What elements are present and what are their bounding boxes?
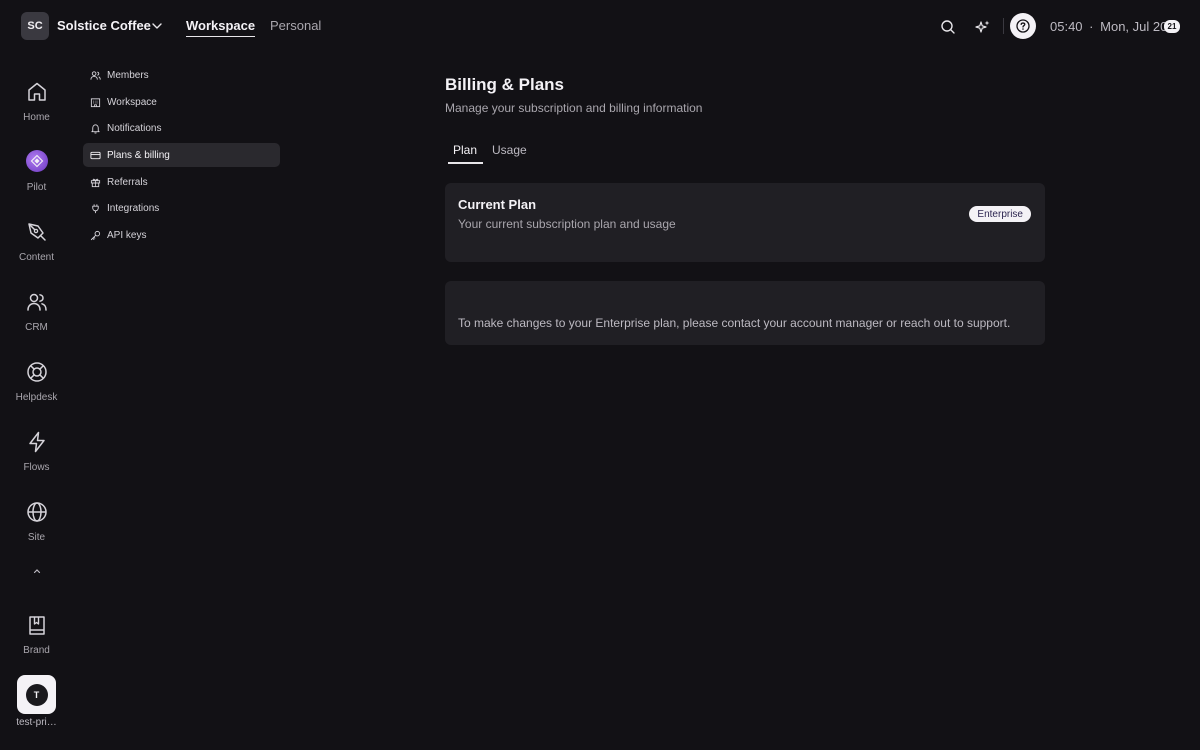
current-plan-card: Current Plan Your current subscription p… <box>445 183 1045 262</box>
rail-label: Helpdesk <box>15 392 58 403</box>
home-icon <box>27 82 46 101</box>
tab-plan[interactable]: Plan <box>453 143 477 157</box>
lifebuoy-icon <box>26 362 47 382</box>
rail-item-helpdesk[interactable]: Helpdesk <box>0 360 73 403</box>
rail-item-site[interactable]: Site <box>0 500 73 543</box>
building-icon <box>90 97 101 107</box>
settings-nav-members[interactable]: Members <box>83 63 280 87</box>
settings-nav-label: Integrations <box>107 202 160 214</box>
users-icon <box>26 293 47 311</box>
settings-nav-label: Plans & billing <box>107 149 170 161</box>
rail-item-home[interactable]: Home <box>0 80 73 123</box>
toolbar-divider <box>1003 18 1004 34</box>
clock: 05:40 · Mon, Jul 20 <box>1050 19 1167 34</box>
rail-label: Pilot <box>26 182 47 193</box>
page-title: Billing & Plans <box>445 75 565 94</box>
rail-label: Home <box>23 112 50 123</box>
clock-date: Mon, Jul 20 <box>1100 19 1168 34</box>
settings-nav-label: Referrals <box>107 176 148 188</box>
clock-separator: · <box>1089 19 1094 34</box>
user-avatar-button[interactable]: T <box>17 675 56 714</box>
tab-workspace[interactable]: Workspace <box>186 18 256 37</box>
help-button[interactable] <box>1010 13 1036 39</box>
chevron-down-icon[interactable] <box>150 19 164 33</box>
settings-nav-label: Notifications <box>107 122 162 134</box>
pen-icon <box>27 223 46 241</box>
top-bar: SC Solstice Coffee Workspace Personal 05… <box>0 0 1200 52</box>
tab-usage[interactable]: Usage <box>492 143 527 157</box>
rail-collapse-button[interactable] <box>0 566 73 576</box>
page-subtitle: Manage your subscription and billing inf… <box>445 101 703 115</box>
current-plan-subtitle: Your current subscription plan and usage <box>458 217 676 231</box>
clock-time: 05:40 <box>1050 19 1083 34</box>
search-icon[interactable] <box>938 17 958 37</box>
current-plan-title: Current Plan <box>458 197 537 212</box>
bell-icon <box>91 123 100 133</box>
workspace-avatar[interactable]: SC <box>21 12 49 40</box>
settings-nav-plans-billing[interactable]: Plans & billing <box>83 143 280 167</box>
settings-nav-label: Workspace <box>107 96 157 108</box>
enterprise-note: To make changes to your Enterprise plan,… <box>458 316 1011 330</box>
sparkles-icon[interactable] <box>973 17 993 37</box>
calendar-day-badge[interactable]: 21 <box>1164 20 1180 33</box>
rail-item-pilot[interactable]: Pilot <box>0 150 73 193</box>
user-name[interactable]: test-pri… <box>0 717 73 728</box>
settings-nav-label: Members <box>107 69 149 81</box>
credit-card-icon <box>90 151 101 159</box>
members-icon <box>90 70 101 80</box>
rail-label: Flows <box>23 462 50 473</box>
rail-label: CRM <box>25 322 48 333</box>
pilot-icon <box>25 150 48 172</box>
plug-icon <box>92 203 99 213</box>
lightning-icon <box>28 431 45 453</box>
rail-label: Site <box>27 532 46 543</box>
tab-personal[interactable]: Personal <box>270 18 321 33</box>
globe-icon <box>26 502 47 522</box>
chevron-up-icon <box>33 569 40 574</box>
settings-nav-workspace[interactable]: Workspace <box>83 90 280 114</box>
settings-nav-integrations[interactable]: Integrations <box>83 196 280 220</box>
workspace-name[interactable]: Solstice Coffee <box>57 18 151 33</box>
rail-item-brand[interactable]: Brand <box>0 613 73 656</box>
avatar: T <box>25 683 48 706</box>
rail-item-crm[interactable]: CRM <box>0 290 73 333</box>
plan-badge: Enterprise <box>969 206 1031 222</box>
gift-icon <box>90 178 101 187</box>
rail-item-content[interactable]: Content <box>0 220 73 263</box>
help-icon <box>1016 19 1030 33</box>
active-tab-indicator <box>448 162 483 164</box>
settings-nav-label: API keys <box>107 229 147 241</box>
enterprise-note-card: To make changes to your Enterprise plan,… <box>445 281 1045 345</box>
book-icon <box>28 616 45 635</box>
rail-label: Content <box>18 252 55 263</box>
rail-item-flows[interactable]: Flows <box>0 430 73 473</box>
settings-nav-notifications[interactable]: Notifications <box>83 116 280 140</box>
rail-label: Brand <box>23 645 50 656</box>
settings-nav-api-keys[interactable]: API keys <box>83 223 280 247</box>
key-icon <box>90 230 101 240</box>
settings-nav-referrals[interactable]: Referrals <box>83 170 280 194</box>
